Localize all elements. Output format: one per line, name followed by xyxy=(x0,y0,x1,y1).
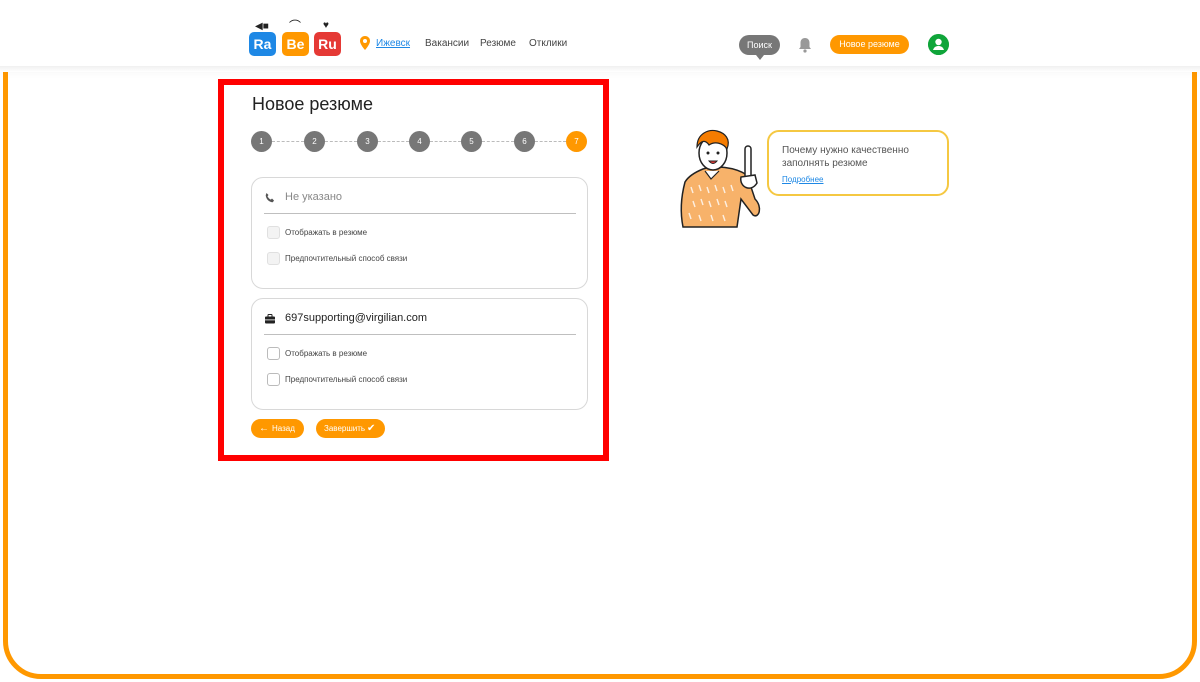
arrow-left-icon: ← xyxy=(259,423,269,434)
step-1[interactable]: 1 xyxy=(251,131,272,152)
user-avatar-icon[interactable] xyxy=(928,34,949,55)
step-connector xyxy=(430,141,461,142)
location-pin-icon xyxy=(360,36,370,50)
logo-arc-icon: ⌒ xyxy=(289,19,302,33)
step-connector xyxy=(482,141,514,142)
step-3[interactable]: 3 xyxy=(357,131,378,152)
step-connector xyxy=(272,141,304,142)
email-preferred-checkbox[interactable] xyxy=(267,373,280,386)
email-value: 697supporting@virgilian.com xyxy=(285,312,428,324)
finish-button-label: Завершить xyxy=(324,424,366,433)
step-2[interactable]: 2 xyxy=(304,131,325,152)
email-contact-card: 697supporting@virgilian.com Отображать в… xyxy=(251,298,588,410)
step-7[interactable]: 7 xyxy=(566,131,587,152)
logo-megaphone-icon: ◀■ xyxy=(255,21,269,32)
phone-icon xyxy=(265,193,274,203)
header-shadow xyxy=(0,66,1200,72)
step-6[interactable]: 6 xyxy=(514,131,535,152)
phone-contact-card: Не указано Отображать в резюме Предпочти… xyxy=(251,177,588,289)
phone-preferred-label: Предпочтительный способ связи xyxy=(285,254,408,263)
back-button[interactable]: ← Назад xyxy=(251,419,304,438)
tip-more-link[interactable]: Подробнее xyxy=(782,175,824,184)
logo-heart-icon: ♥ xyxy=(323,20,329,31)
checkmark-icon: ✔ xyxy=(367,423,376,434)
search-button[interactable]: Поиск xyxy=(739,35,780,60)
tip-card: Почему нужно качественно заполнять резюм… xyxy=(767,130,949,196)
back-button-label: Назад xyxy=(272,424,295,433)
page-title: Новое резюме xyxy=(252,94,373,114)
phone-show-label: Отображать в резюме xyxy=(285,228,368,237)
step-connector xyxy=(325,141,357,142)
new-resume-button[interactable]: Новое резюме xyxy=(830,35,909,54)
bell-icon[interactable] xyxy=(798,37,812,53)
phone-value: Не указано xyxy=(285,191,343,203)
logo-tile-ru: Ru xyxy=(314,32,341,56)
briefcase-icon xyxy=(265,314,275,324)
step-connector xyxy=(535,141,566,142)
top-header: ◀■ ⌒ ♥ Ra Be Ru Ижевск Вакансии Резюме О… xyxy=(0,0,1200,66)
rabeRu-logo[interactable]: ◀■ ⌒ ♥ Ra Be Ru xyxy=(245,19,341,60)
nav-resumes[interactable]: Резюме xyxy=(480,38,516,49)
step-4[interactable]: 4 xyxy=(409,131,430,152)
email-preferred-label: Предпочтительный способ связи xyxy=(285,375,408,384)
step-5[interactable]: 5 xyxy=(461,131,482,152)
finish-button[interactable]: Завершить ✔ xyxy=(316,419,385,438)
phone-show-checkbox[interactable] xyxy=(267,226,280,239)
email-field[interactable]: 697supporting@virgilian.com xyxy=(264,311,576,335)
phone-field[interactable]: Не указано xyxy=(264,190,576,214)
tip-text: Почему нужно качественно заполнять резюм… xyxy=(782,145,909,169)
man-pointing-illustration xyxy=(680,129,761,228)
email-show-checkbox[interactable] xyxy=(267,347,280,360)
nav-responses[interactable]: Отклики xyxy=(529,38,567,49)
logo-tile-be: Be xyxy=(282,32,309,56)
logo-tile-ra: Ra xyxy=(249,32,276,56)
city-link[interactable]: Ижевск xyxy=(376,38,410,49)
nav-vacancies[interactable]: Вакансии xyxy=(425,38,469,49)
phone-preferred-checkbox[interactable] xyxy=(267,252,280,265)
step-connector xyxy=(378,141,409,142)
email-show-label: Отображать в резюме xyxy=(285,349,368,358)
